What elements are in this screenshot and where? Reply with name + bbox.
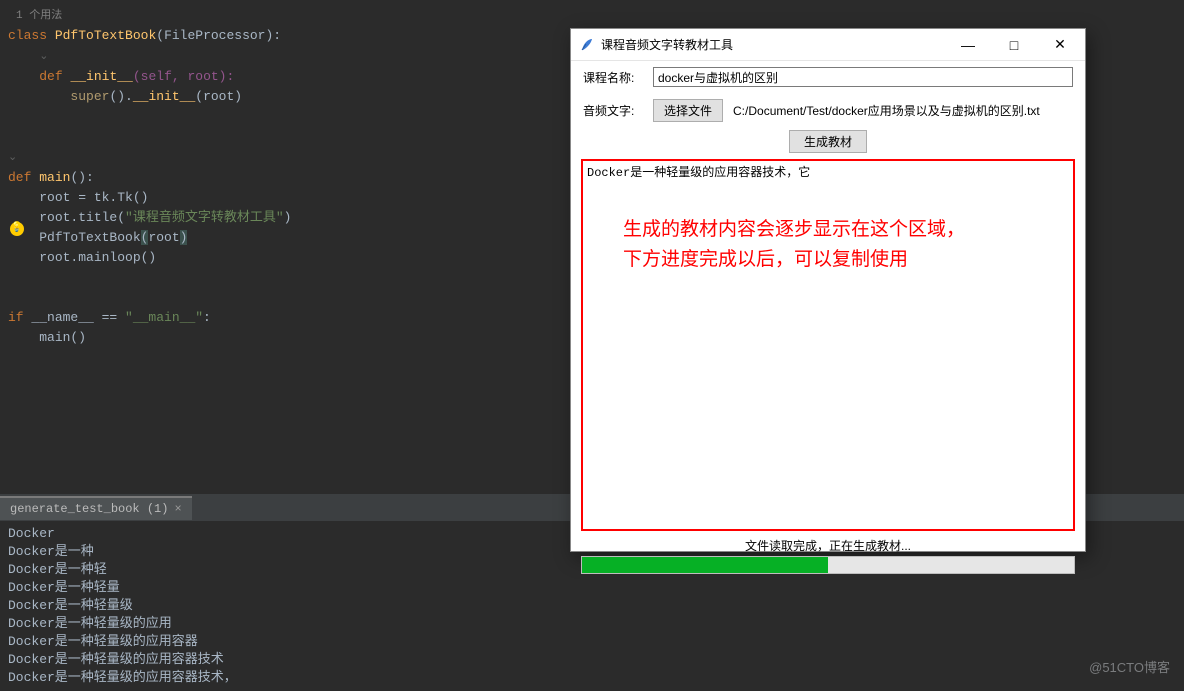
tk-window: 课程音频文字转教材工具 — □ ✕ 课程名称: 音频文字: 选择文件 C:/Do…	[570, 28, 1086, 552]
close-icon[interactable]: ×	[174, 502, 181, 516]
audio-row: 音频文字: 选择文件 C:/Document/Test/docker应用场景以及…	[571, 93, 1085, 128]
progress-bar-fill	[582, 557, 828, 573]
console-tab-generate[interactable]: generate_test_book (1) ×	[0, 496, 192, 520]
watermark: @51CTO博客	[1089, 657, 1170, 676]
console-line: Docker是一种轻量级	[8, 597, 1176, 615]
console-line: Docker是一种轻量级的应用容器技术	[8, 651, 1176, 669]
choose-file-button[interactable]: 选择文件	[653, 99, 723, 122]
audio-label: 音频文字:	[583, 102, 643, 119]
annotation-overlay: 生成的教材内容会逐步显示在这个区域， 下方进度完成以后，可以复制使用	[623, 215, 965, 275]
course-label: 课程名称:	[583, 69, 643, 86]
close-button[interactable]: ✕	[1037, 29, 1083, 61]
console-line: Docker是一种轻量级的应用容器技术，	[8, 669, 1176, 687]
status-text: 文件读取完成，正在生成教材...	[571, 531, 1085, 556]
usage-hint: 1 个用法	[16, 6, 1184, 26]
course-name-input[interactable]	[653, 67, 1073, 87]
output-textarea[interactable]: Docker是一种轻量级的应用容器技术，它 生成的教材内容会逐步显示在这个区域，…	[581, 159, 1075, 531]
console-line: Docker是一种轻量	[8, 579, 1176, 597]
minimize-button[interactable]: —	[945, 29, 991, 61]
console-line: Docker是一种轻量级的应用容器	[8, 633, 1176, 651]
console-line: Docker是一种轻量级的应用	[8, 615, 1176, 633]
generate-button[interactable]: 生成教材	[789, 130, 867, 153]
maximize-button[interactable]: □	[991, 29, 1037, 61]
app-icon	[579, 37, 595, 53]
course-row: 课程名称:	[571, 61, 1085, 93]
output-text: Docker是一种轻量级的应用容器技术，它	[587, 166, 810, 180]
file-path-text: C:/Document/Test/docker应用场景以及与虚拟机的区别.txt	[733, 102, 1040, 119]
titlebar[interactable]: 课程音频文字转教材工具 — □ ✕	[571, 29, 1085, 61]
console-tab-label: generate_test_book (1)	[10, 502, 168, 516]
window-title: 课程音频文字转教材工具	[601, 36, 733, 53]
progress-bar-track	[581, 556, 1075, 574]
intention-bulb-icon[interactable]: 💡	[10, 222, 24, 236]
